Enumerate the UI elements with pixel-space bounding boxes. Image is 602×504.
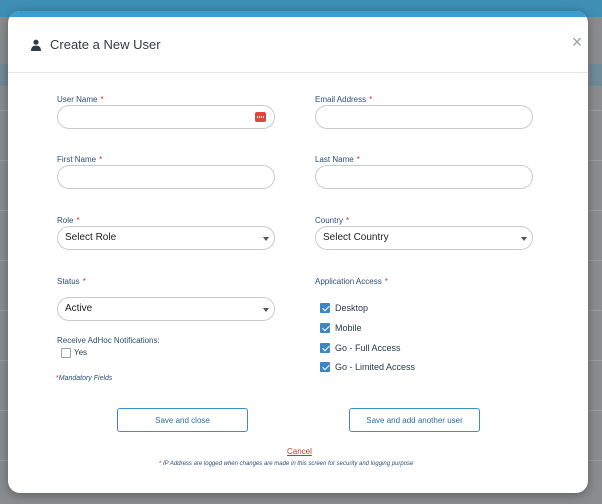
- go-full-access-checkbox-label[interactable]: Go - Full Access: [335, 343, 401, 353]
- application-access-label: Application Access *: [315, 277, 388, 286]
- mandatory-fields-note: *Mandatory Fields: [56, 375, 113, 382]
- user-name-input[interactable]: [66, 107, 250, 129]
- user-icon: [31, 39, 41, 51]
- password-manager-icon[interactable]: [255, 112, 266, 122]
- ip-logging-footnote: * IP Address are logged when changes are…: [159, 461, 414, 467]
- modal-title: Create a New User: [50, 37, 161, 52]
- status-select[interactable]: Active: [57, 297, 275, 321]
- desktop-checkbox-label[interactable]: Desktop: [335, 303, 368, 313]
- email-input[interactable]: [324, 107, 508, 129]
- role-label: Role *: [57, 216, 80, 225]
- role-select[interactable]: Select Role: [57, 226, 275, 250]
- adhoc-yes-checkbox[interactable]: [61, 348, 71, 358]
- chevron-down-icon: [521, 237, 527, 241]
- role-select-value: Select Role: [65, 232, 117, 243]
- email-field[interactable]: [315, 105, 533, 129]
- last-name-field[interactable]: [315, 165, 533, 189]
- country-label: Country *: [315, 216, 350, 225]
- user-name-label: User Name *: [57, 95, 104, 104]
- cancel-link[interactable]: Cancel: [287, 447, 312, 456]
- country-select-value: Select Country: [323, 232, 389, 243]
- first-name-field[interactable]: [57, 165, 275, 189]
- go-limited-access-checkbox-label[interactable]: Go - Limited Access: [335, 362, 415, 372]
- mobile-checkbox-label[interactable]: Mobile: [335, 323, 362, 333]
- save-and-close-button[interactable]: Save and close: [117, 408, 248, 432]
- mobile-checkbox[interactable]: [320, 323, 330, 333]
- status-label: Status *: [57, 277, 86, 286]
- modal-header: Create a New User ×: [8, 17, 588, 73]
- chevron-down-icon: [263, 237, 269, 241]
- last-name-input[interactable]: [324, 167, 508, 189]
- last-name-label: Last Name *: [315, 155, 360, 164]
- desktop-checkbox[interactable]: [320, 303, 330, 313]
- adhoc-yes-label[interactable]: Yes: [74, 348, 87, 357]
- save-and-add-another-button[interactable]: Save and add another user: [349, 408, 480, 432]
- adhoc-notifications-label: Receive AdHoc Notifications:: [57, 336, 160, 345]
- first-name-label: First Name *: [57, 155, 103, 164]
- chevron-down-icon: [263, 308, 269, 312]
- country-select[interactable]: Select Country: [315, 226, 533, 250]
- background-column-header: [590, 64, 602, 86]
- go-full-access-checkbox[interactable]: [320, 343, 330, 353]
- email-label: Email Address *: [315, 95, 373, 104]
- user-name-field[interactable]: [57, 105, 275, 129]
- first-name-input[interactable]: [66, 167, 250, 189]
- status-select-value: Active: [65, 303, 93, 314]
- close-icon[interactable]: ×: [569, 33, 585, 51]
- create-user-modal: Create a New User × User Name * Email Add…: [8, 11, 588, 493]
- go-limited-access-checkbox[interactable]: [320, 362, 330, 372]
